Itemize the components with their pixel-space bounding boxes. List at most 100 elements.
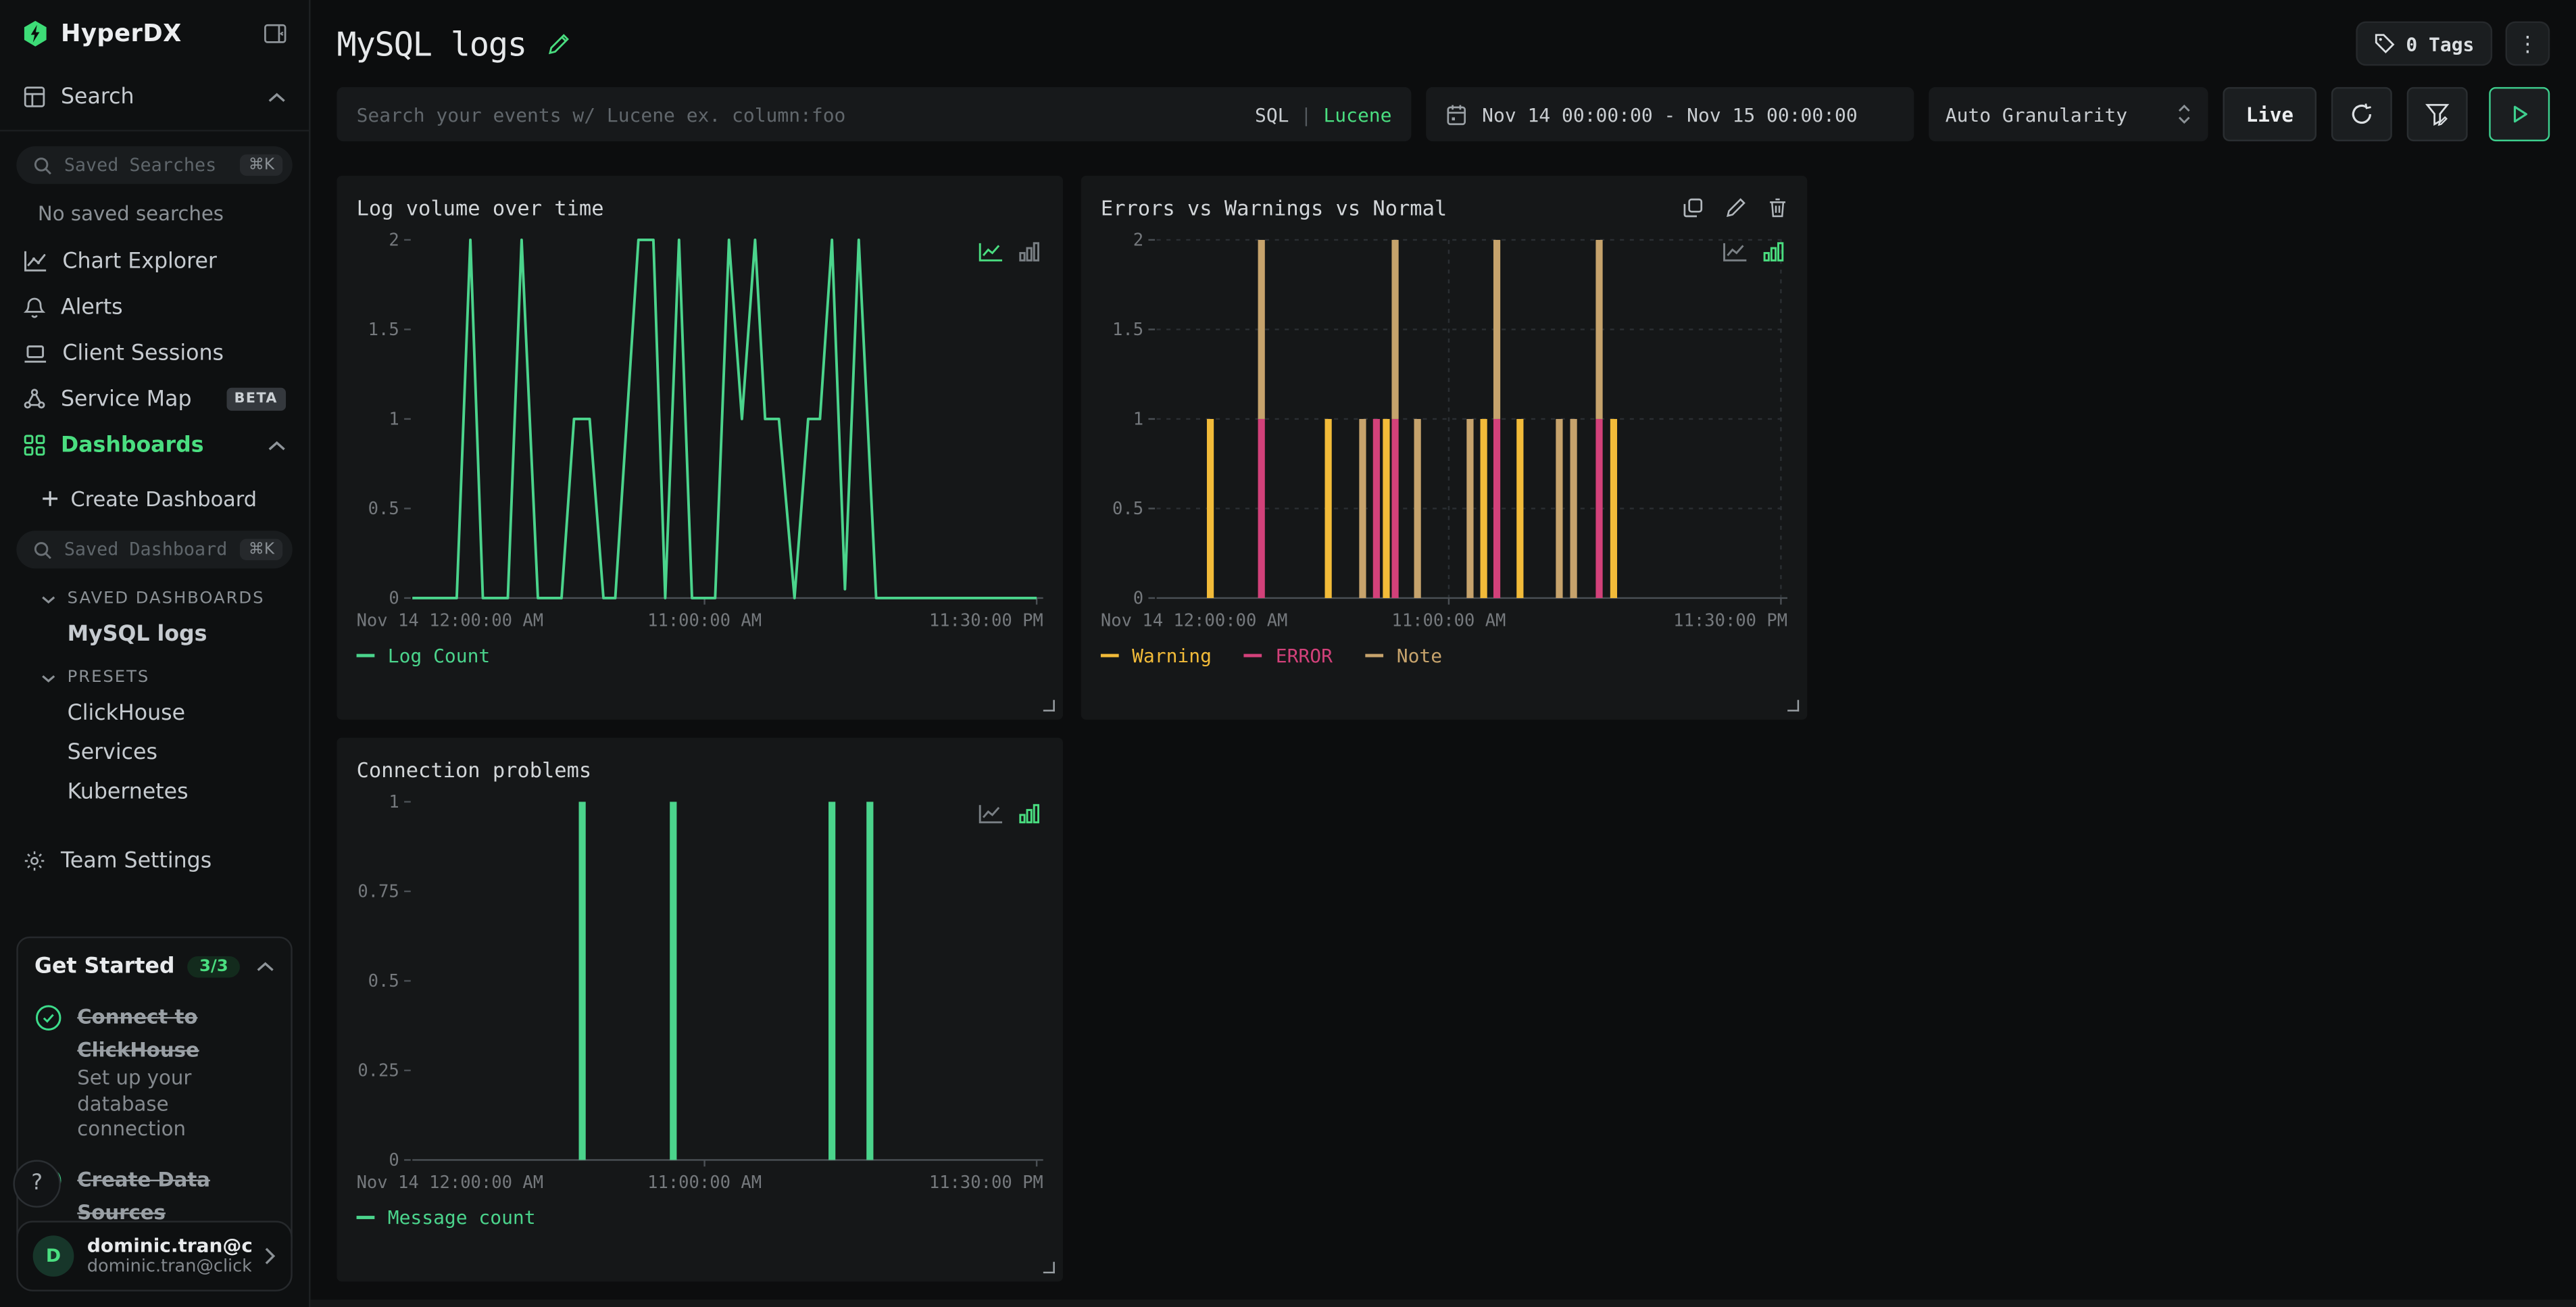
- saved-searches-input[interactable]: Saved Searches ⌘K: [16, 146, 292, 184]
- get-started-progress-badge: 3/3: [188, 956, 240, 978]
- sidebar-item-label: Team Settings: [61, 849, 286, 873]
- event-search-input[interactable]: Search your events w/ Lucene ex. column:…: [337, 87, 1411, 141]
- panel-resize-handle[interactable]: [1043, 700, 1055, 712]
- legend-item[interactable]: Warning: [1101, 644, 1212, 667]
- date-range-picker[interactable]: Nov 14 00:00:00 - Nov 15 00:00:00: [1427, 87, 1914, 141]
- sidebar-item-service-map[interactable]: Service Map BETA: [16, 378, 292, 420]
- sidebar-item-client-sessions[interactable]: Client Sessions: [16, 332, 292, 374]
- legend-dash-icon: [357, 1216, 375, 1219]
- delete-panel-icon[interactable]: [1768, 197, 1787, 218]
- main-content: MySQL logs 0 Tags ⋮ Search your events w…: [310, 0, 2576, 1307]
- sidebar-item-search[interactable]: Search: [16, 76, 292, 118]
- bar-chart-type-icon[interactable]: [1763, 241, 1785, 263]
- svg-text:11:30:00 PM: 11:30:00 PM: [1673, 610, 1787, 631]
- chart-type-toggle: [1722, 241, 1784, 263]
- legend-item[interactable]: Note: [1366, 644, 1443, 667]
- svg-text:11:00:00 AM: 11:00:00 AM: [1391, 610, 1506, 631]
- errors-warnings-chart[interactable]: 00.511.52Nov 14 12:00:00 AM11:00:00 AM11…: [1101, 227, 1787, 641]
- create-dashboard-label: Create Dashboard: [71, 485, 257, 510]
- svg-text:0.5: 0.5: [1112, 499, 1143, 519]
- sidebar-item-label: Alerts: [61, 295, 286, 319]
- filter-button[interactable]: [2407, 87, 2468, 141]
- svg-text:0: 0: [389, 1150, 399, 1170]
- bar-chart-type-icon[interactable]: [1018, 804, 1040, 825]
- panel-resize-handle[interactable]: [1787, 700, 1799, 712]
- sidebar-dashboard-mysql-logs[interactable]: MySQL logs: [68, 622, 293, 647]
- get-started-item[interactable]: Connect to ClickHouse Set up your databa…: [34, 999, 274, 1142]
- brand-name: HyperDX: [61, 20, 251, 47]
- live-button[interactable]: Live: [2223, 87, 2317, 141]
- presets-group[interactable]: PRESETS: [41, 668, 293, 687]
- svg-text:Nov 14 12:00:00 AM: Nov 14 12:00:00 AM: [1101, 610, 1288, 631]
- saved-dashboards-group[interactable]: SAVED DASHBOARDS: [41, 590, 293, 608]
- edit-title-icon[interactable]: [548, 32, 571, 55]
- app-window: HyperDX Search Saved Searches ⌘K No save…: [0, 0, 2576, 1307]
- sidebar-item-alerts[interactable]: Alerts: [16, 286, 292, 328]
- svg-text:11:30:00 PM: 11:30:00 PM: [929, 610, 1043, 631]
- granularity-select[interactable]: Auto Granularity: [1929, 87, 2208, 141]
- svg-text:0: 0: [1133, 588, 1143, 608]
- chevron-up-icon[interactable]: [268, 91, 286, 103]
- search-icon: [33, 540, 53, 560]
- saved-dashboards-input[interactable]: Saved Dashboards ⌘K: [16, 531, 292, 568]
- svg-text:1: 1: [389, 409, 399, 429]
- sidebar-item-chart-explorer[interactable]: Chart Explorer: [16, 240, 292, 282]
- bar-chart-type-icon[interactable]: [1018, 241, 1040, 263]
- legend-item[interactable]: Log Count: [357, 644, 491, 667]
- tags-button[interactable]: 0 Tags: [2356, 22, 2492, 66]
- sidebar-preset-clickhouse[interactable]: ClickHouse: [68, 701, 293, 726]
- dashboard-menu-button[interactable]: ⋮: [2506, 22, 2550, 66]
- get-started-item-title: Connect to ClickHouse: [77, 1006, 199, 1061]
- create-dashboard-button[interactable]: Create Dashboard: [41, 480, 293, 516]
- line-chart-type-icon[interactable]: [978, 804, 1004, 825]
- legend-dash-icon: [357, 654, 375, 658]
- log-volume-chart[interactable]: 00.511.52Nov 14 12:00:00 AM11:00:00 AM11…: [357, 227, 1043, 641]
- run-query-button[interactable]: [2489, 87, 2550, 141]
- saved-dashboards-placeholder: Saved Dashboards: [64, 539, 229, 560]
- dashboard-grid: Log volume over time 00.511.52Nov 14 12:…: [310, 141, 2576, 1307]
- sidebar-item-label: Dashboards: [61, 433, 253, 458]
- lucene-mode-toggle[interactable]: Lucene: [1323, 103, 1391, 126]
- group-label-text: PRESETS: [68, 668, 150, 687]
- svg-text:11:00:00 AM: 11:00:00 AM: [647, 610, 762, 631]
- sidebar-preset-services[interactable]: Services: [68, 741, 293, 765]
- connection-problems-chart[interactable]: 00.250.50.751Nov 14 12:00:00 AM11:00:00 …: [357, 789, 1043, 1203]
- user-menu[interactable]: D dominic.tran@clic... dominic.tran@clic…: [16, 1220, 292, 1291]
- group-label-text: SAVED DASHBOARDS: [68, 590, 265, 608]
- panel-resize-handle[interactable]: [1043, 1262, 1055, 1273]
- sql-mode-toggle[interactable]: SQL: [1255, 103, 1289, 126]
- legend-label: Log Count: [388, 644, 490, 667]
- chart-legend: Message count: [357, 1206, 1043, 1229]
- chevron-right-icon: [264, 1246, 276, 1264]
- chevron-up-icon[interactable]: [256, 961, 274, 972]
- line-chart-type-icon[interactable]: [1722, 241, 1748, 263]
- sidebar-item-label: Search: [61, 84, 253, 109]
- page-title: MySQL logs: [337, 24, 526, 63]
- event-search-placeholder: Search your events w/ Lucene ex. column:…: [357, 103, 1255, 126]
- sidebar-item-dashboards[interactable]: Dashboards: [16, 424, 292, 466]
- line-chart-type-icon[interactable]: [978, 241, 1004, 263]
- legend-label: Note: [1397, 644, 1442, 667]
- svg-text:11:30:00 PM: 11:30:00 PM: [929, 1173, 1043, 1193]
- saved-searches-placeholder: Saved Searches: [64, 155, 229, 176]
- get-started-header[interactable]: Get Started 3/3: [34, 955, 274, 979]
- help-button[interactable]: ?: [13, 1159, 61, 1207]
- cmd-k-badge: ⌘K: [241, 539, 283, 560]
- chevron-up-icon[interactable]: [268, 439, 286, 451]
- filter-icon: [2425, 102, 2449, 126]
- svg-text:0.25: 0.25: [357, 1060, 399, 1081]
- legend-item[interactable]: ERROR: [1245, 644, 1333, 667]
- granularity-value: Auto Granularity: [1946, 103, 2127, 126]
- sidebar-collapse-icon[interactable]: [263, 22, 287, 46]
- sidebar-preset-kubernetes[interactable]: Kubernetes: [68, 781, 293, 805]
- calendar-icon: [1446, 103, 1468, 126]
- legend-label: Warning: [1132, 644, 1212, 667]
- duplicate-panel-icon[interactable]: [1683, 197, 1704, 218]
- check-circle-icon: [34, 1004, 62, 1142]
- panel-log-volume: Log volume over time 00.511.52Nov 14 12:…: [337, 176, 1063, 720]
- legend-item[interactable]: Message count: [357, 1206, 536, 1229]
- refresh-button[interactable]: [2331, 87, 2392, 141]
- horizontal-scrollbar[interactable]: [310, 1299, 2576, 1307]
- edit-panel-icon[interactable]: [1725, 197, 1747, 218]
- sidebar-item-team-settings[interactable]: Team Settings: [16, 839, 292, 882]
